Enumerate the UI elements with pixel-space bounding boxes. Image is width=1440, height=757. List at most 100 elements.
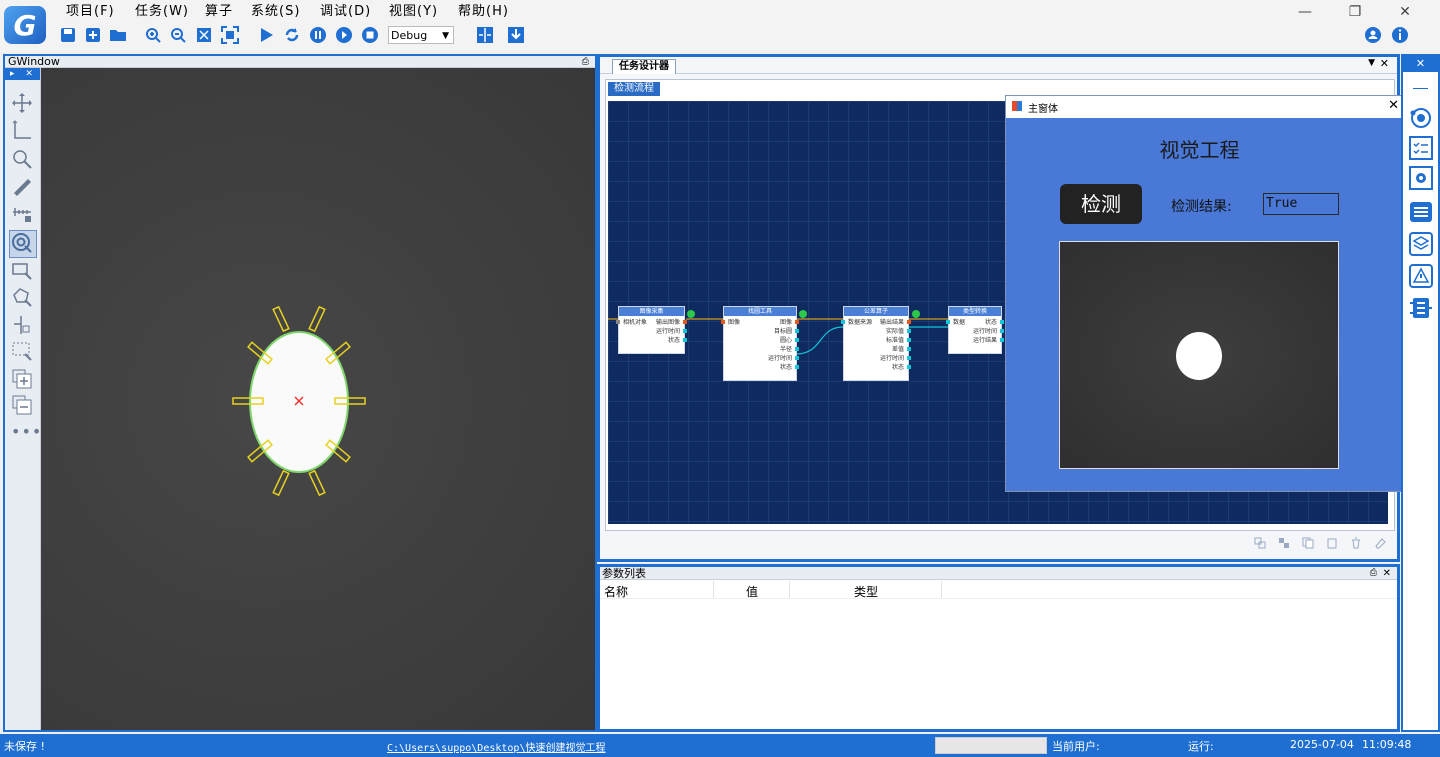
tab-inspection-flow[interactable]: 检测流程 (608, 82, 660, 96)
restore-icon[interactable]: ❐ (1340, 2, 1370, 22)
delete-icon[interactable] (1350, 537, 1362, 552)
node-title: 图像采集 (619, 307, 684, 316)
image-canvas[interactable] (41, 68, 595, 730)
sidebar-close-icon[interactable]: ✕ (1403, 56, 1438, 72)
form-app-icon (1012, 101, 1022, 111)
run-icon[interactable] (256, 25, 276, 45)
circle-find-icon[interactable] (9, 230, 37, 258)
align-icon[interactable] (1254, 537, 1266, 552)
node-image-capture[interactable]: 图像采集 相机对象 输出图像 运行时间 状态 (616, 306, 687, 354)
tab-task-designer[interactable]: 任务设计器 (612, 59, 676, 74)
app-logo: G (4, 6, 46, 44)
tab-close-icon[interactable]: ✕ (1380, 57, 1389, 70)
column-name[interactable]: 名称 (604, 583, 628, 600)
node-output-label: 状态 (667, 337, 680, 344)
pin-icon[interactable]: ⎙ (582, 56, 589, 68)
save-icon[interactable] (58, 25, 78, 45)
copy-icon[interactable] (1302, 537, 1314, 552)
pause-icon[interactable] (308, 25, 328, 45)
sidebar-divider (1413, 88, 1428, 89)
node-type-convert[interactable]: 类型转换 数据 状态 运行时间 运行结果 (946, 306, 1004, 354)
fullscreen-icon[interactable] (220, 25, 240, 45)
caliper-icon[interactable] (11, 204, 33, 226)
layers-icon[interactable] (1409, 232, 1433, 256)
tab-menu-icon[interactable]: ▼ (1368, 58, 1375, 68)
measure-angle-icon[interactable] (11, 120, 33, 142)
rect-roi-icon[interactable] (11, 260, 33, 282)
group-icon[interactable] (1278, 537, 1290, 552)
chevron-down-icon: ▼ (442, 31, 449, 41)
open-folder-icon[interactable] (108, 25, 128, 45)
close-panel-icon[interactable]: ✕ (25, 69, 33, 79)
warning-icon[interactable] (1409, 264, 1433, 288)
pin-icon[interactable]: ⎙ (1370, 567, 1377, 580)
params-header: 名称 值 类型 (600, 581, 1397, 599)
fit-icon[interactable] (194, 25, 214, 45)
node-output-label: 状态 (891, 364, 904, 371)
loop-run-icon[interactable] (282, 25, 302, 45)
close-icon[interactable]: ✕ (1390, 2, 1420, 22)
stop-icon[interactable] (360, 25, 380, 45)
node-circle-finder[interactable]: 找圆工具 图像 图像 目标圆 圆心 半径 运行时间 状态 (721, 306, 799, 381)
settings-list-icon[interactable] (1409, 166, 1433, 190)
result-label: 检测结果: (1171, 199, 1232, 215)
user-label: 当前用户: (1052, 740, 1100, 753)
mode-select-value: Debug (391, 29, 428, 42)
paste-icon[interactable] (1326, 537, 1338, 552)
node-title: 公差算子 (844, 307, 908, 316)
new-icon[interactable] (83, 25, 103, 45)
clear-icon[interactable] (1374, 537, 1386, 552)
column-type[interactable]: 类型 (854, 583, 878, 600)
menu-help[interactable]: 帮助(H) (458, 3, 509, 21)
menu-system[interactable]: 系统(S) (251, 3, 300, 21)
expand-icon[interactable]: ▸ (10, 69, 15, 79)
download-icon[interactable] (506, 25, 526, 45)
gwindow-panel: GWindow ⎙ ▸ ✕ ••• (3, 54, 597, 732)
checklist-icon[interactable] (1409, 136, 1433, 160)
node-output-label: 半径 (779, 346, 792, 353)
node-tolerance[interactable]: 公差算子 数据来源 输出结果 实际值 标准值 差值 运行时间 状态 (841, 306, 911, 381)
menu-debug[interactable]: 调试(D) (320, 3, 371, 21)
circle-detection-overlay (232, 305, 366, 497)
zoom-in-icon[interactable] (143, 25, 163, 45)
hierarchy-icon[interactable] (1409, 296, 1432, 318)
point-line-icon[interactable] (11, 314, 33, 336)
params-panel: 参数列表 ⎙ ✕ 名称 值 类型 (597, 564, 1400, 732)
mode-select[interactable]: Debug ▼ (388, 26, 454, 44)
save-status: 未保存 ! (4, 740, 45, 753)
node-output-label: 运行时间 (972, 328, 997, 335)
close-icon[interactable]: ✕ (1383, 567, 1391, 580)
detect-button[interactable]: 检测 (1060, 184, 1142, 224)
split-icon[interactable] (475, 25, 495, 45)
orbit-icon[interactable] (1409, 106, 1431, 128)
step-icon[interactable] (334, 25, 354, 45)
menu-task[interactable]: 任务(W) (135, 3, 189, 21)
menu-view[interactable]: 视图(Y) (389, 3, 438, 21)
user-icon[interactable] (1363, 25, 1383, 45)
minimize-icon[interactable]: — (1290, 2, 1320, 22)
status-bar: 未保存 ! C:\Users\suppo\Desktop\快速创建视觉工程 当前… (0, 734, 1440, 757)
menu-project[interactable]: 项目(F) (66, 3, 115, 21)
result-field[interactable]: True (1263, 193, 1339, 215)
move-icon[interactable] (11, 92, 33, 114)
detected-circle (1176, 332, 1222, 380)
project-path-link[interactable]: C:\Users\suppo\Desktop\快速创建视觉工程 (387, 739, 605, 754)
list-view-icon[interactable] (1409, 200, 1432, 222)
form-heading: 视觉工程 (1159, 138, 1240, 162)
ruler-icon[interactable] (11, 176, 33, 198)
right-sidebar: ✕ (1401, 54, 1440, 732)
search-icon[interactable] (11, 148, 33, 170)
form-close-icon[interactable]: ✕ (1388, 98, 1399, 113)
menu-operator[interactable]: 算子 (205, 3, 233, 21)
add-roi-icon[interactable] (11, 368, 33, 390)
grid-roi-icon[interactable] (11, 340, 33, 362)
main-form-window: 主窗体 ✕ 视觉工程 检测 检测结果: True (1005, 95, 1406, 492)
form-title: 主窗体 (1028, 104, 1058, 115)
title-menu-bar: G 项目(F) 任务(W) 算子 系统(S) 调试(D) 视图(Y) 帮助(H)… (0, 0, 1440, 52)
remove-roi-icon[interactable] (11, 394, 33, 416)
more-icon[interactable]: ••• (11, 422, 41, 444)
info-icon[interactable] (1390, 25, 1410, 45)
polygon-roi-icon[interactable] (11, 286, 33, 308)
column-value[interactable]: 值 (746, 583, 758, 600)
zoom-out-icon[interactable] (168, 25, 188, 45)
